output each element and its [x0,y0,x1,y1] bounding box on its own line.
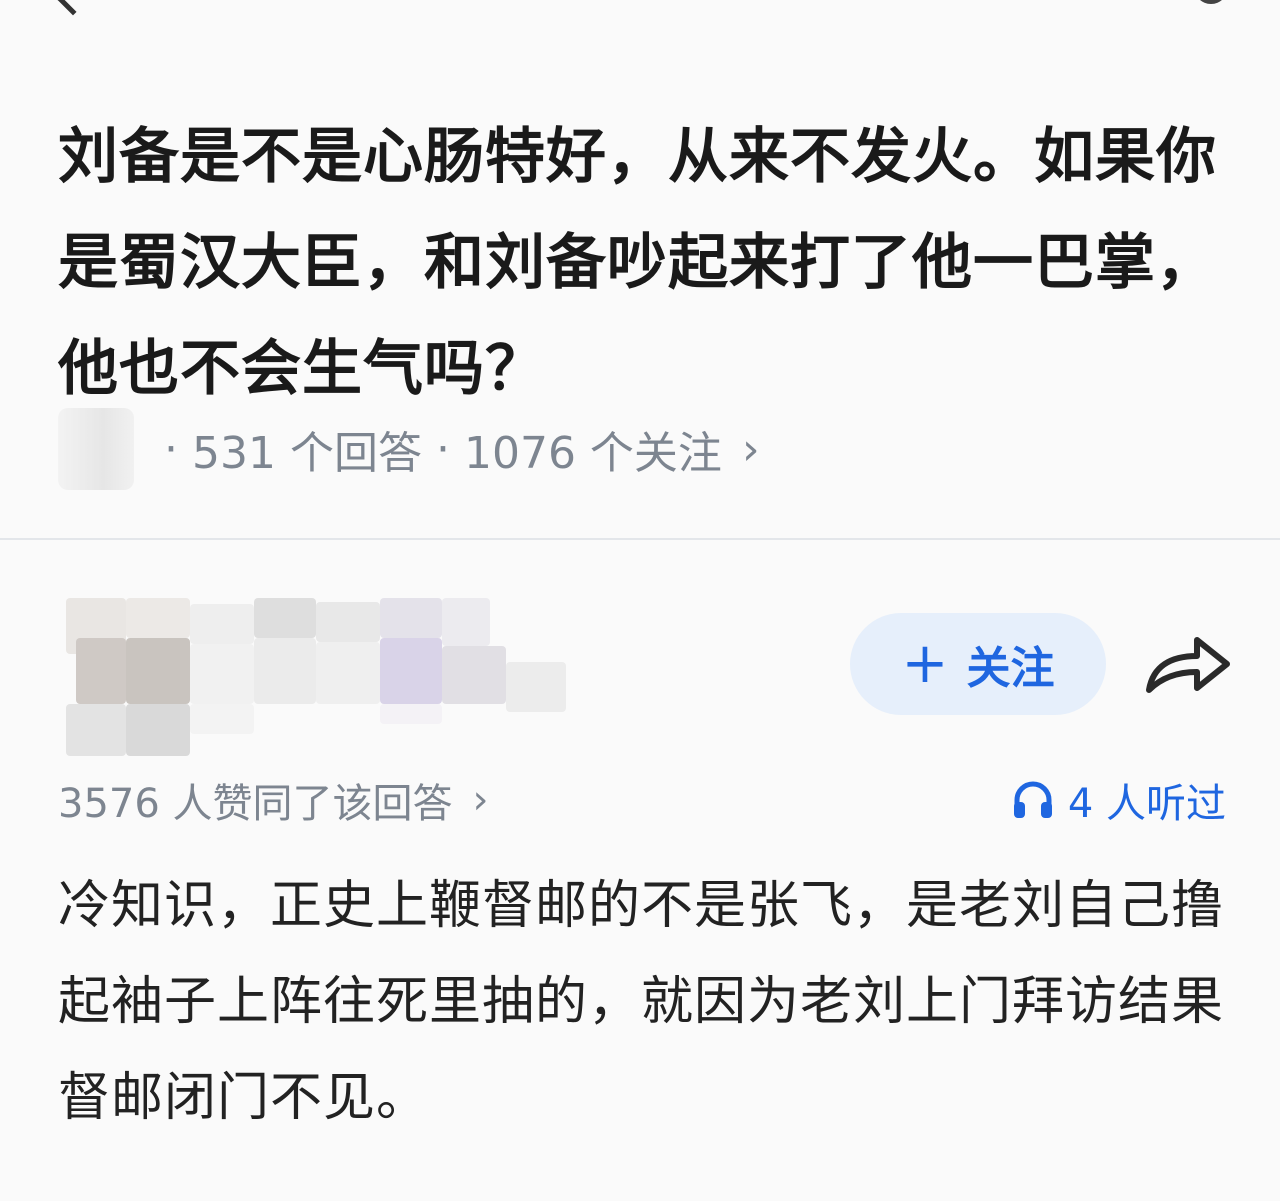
mosaic-block [190,704,254,734]
agree-text: 3576 人赞同了该回答 [58,781,453,827]
question-title[interactable]: 刘备是不是心肠特好，从来不发火。如果你是蜀汉大臣，和刘备吵起来打了他一巴掌，他也… [58,104,1228,422]
back-icon[interactable] [54,0,92,16]
headphones-icon [1013,781,1052,818]
listened-text: 4 人听过 [1067,781,1226,827]
mosaic-block [126,704,190,756]
mosaic-block [316,642,380,704]
followers-count: 1076 个关注 [463,428,722,479]
plus-icon: + [901,631,949,696]
mosaic-block [506,662,566,712]
mosaic-block [254,598,316,638]
mosaic-block [380,638,442,704]
mosaic-block [190,644,254,704]
asker-avatar-blurred [58,408,134,490]
author-info-pixelated[interactable] [66,598,566,756]
search-icon[interactable] [1194,0,1228,4]
meta-separator: · [435,423,450,475]
agree-count[interactable]: 3576 人赞同了该回答 › [58,770,489,830]
listened-count[interactable]: 4 人听过 [1012,770,1226,830]
answer-body[interactable]: 冷知识，正史上鞭督邮的不是张飞，是老刘自己撸起袖子上阵往死里抽的，就因为老刘上门… [58,858,1228,1146]
follow-button[interactable]: + 关注 [850,613,1106,715]
mosaic-block [66,704,126,756]
question-answer-page: 刘备是不是心肠特好，从来不发火。如果你是蜀汉大臣，和刘备吵起来打了他一巴掌，他也… [0,0,1280,1201]
mosaic-block [126,598,190,638]
mosaic-block [254,638,316,704]
mosaic-block [442,598,490,646]
mosaic-block [380,704,442,724]
chevron-right-icon: › [741,423,760,475]
mosaic-block [126,638,190,704]
chevron-right-icon: › [472,777,489,823]
mosaic-block [190,604,254,644]
question-meta[interactable]: · 531 个回答 · 1076 个关注 › [58,408,760,490]
follow-label: 关注 [966,643,1055,694]
meta-separator: · [164,423,178,475]
divider [0,538,1280,540]
share-arrow-icon[interactable] [1143,628,1233,698]
mosaic-block [316,602,380,642]
mosaic-block [380,598,442,638]
mosaic-block [442,646,506,704]
mosaic-block [76,638,126,704]
answers-count: 531 个回答 [192,428,422,479]
